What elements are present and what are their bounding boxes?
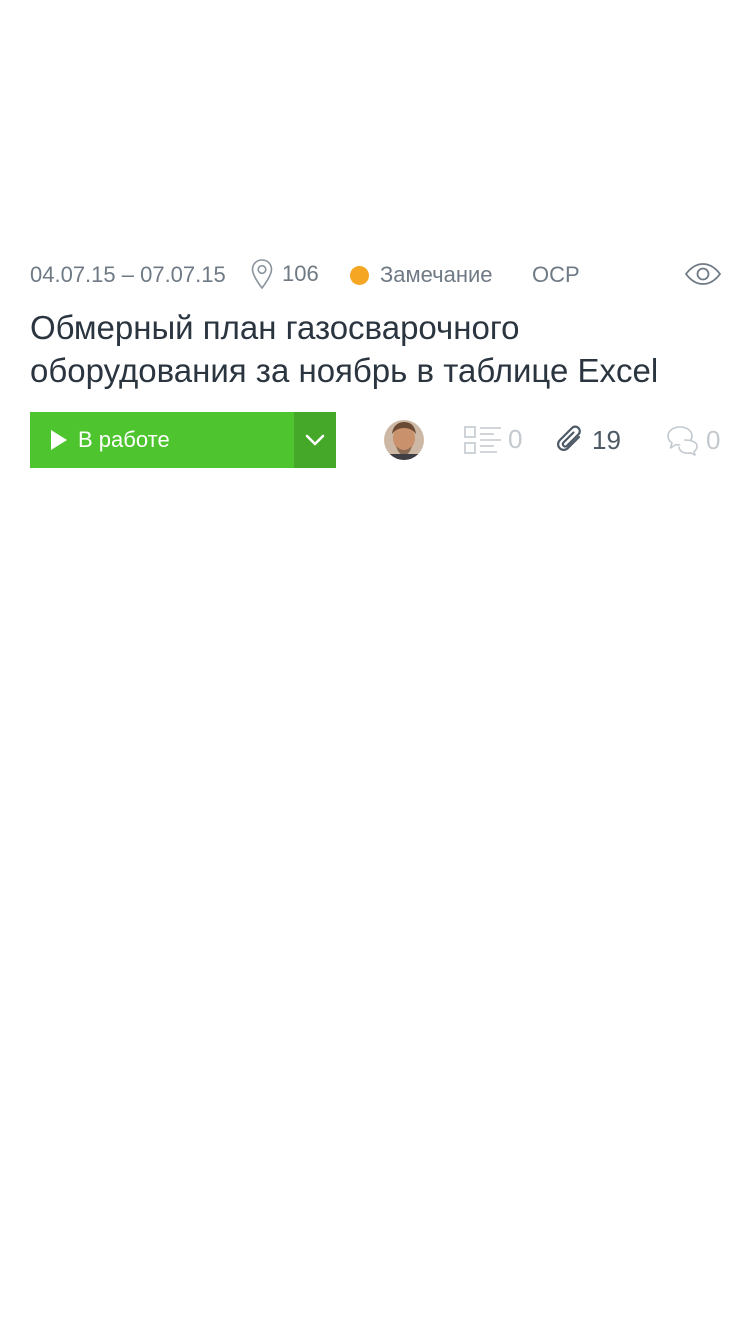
checklist-counter[interactable]: 0 bbox=[464, 424, 522, 455]
task-card[interactable]: 04.07.15 – 07.07.15 106 Замечание ОСР Об… bbox=[30, 254, 722, 468]
task-location: 106 bbox=[250, 258, 319, 290]
task-code: ОСР bbox=[532, 262, 580, 287]
checklist-icon bbox=[464, 425, 501, 454]
avatar-image bbox=[384, 420, 424, 460]
task-title[interactable]: Обмерный план газосварочного оборудовани… bbox=[30, 306, 730, 392]
task-meta: 04.07.15 – 07.07.15 106 Замечание ОСР bbox=[30, 254, 722, 294]
pin-icon bbox=[251, 259, 273, 290]
task-type: Замечание bbox=[350, 262, 493, 288]
attachments-count: 19 bbox=[592, 424, 621, 455]
eye-icon[interactable] bbox=[684, 262, 722, 286]
status-label: В работе bbox=[78, 427, 170, 452]
paperclip-icon bbox=[557, 425, 581, 451]
checklist-count: 0 bbox=[508, 424, 523, 454]
comments-counter[interactable]: 0 bbox=[666, 424, 720, 456]
task-dates: 04.07.15 – 07.07.15 bbox=[30, 262, 226, 287]
task-actions: В работе 0 19 0 bbox=[30, 412, 722, 468]
status-main[interactable]: В работе bbox=[30, 412, 294, 468]
task-type-label: Замечание bbox=[380, 262, 493, 287]
type-dot-icon bbox=[350, 265, 369, 285]
comments-icon bbox=[667, 426, 698, 456]
chevron-down-icon bbox=[305, 434, 325, 446]
comments-count: 0 bbox=[706, 424, 721, 455]
play-icon bbox=[51, 430, 67, 450]
page: 04.07.15 – 07.07.15 106 Замечание ОСР Об… bbox=[0, 0, 750, 1334]
status-dropdown-toggle[interactable] bbox=[294, 412, 336, 468]
assignee-avatar[interactable] bbox=[384, 420, 424, 460]
status-button[interactable]: В работе bbox=[30, 412, 336, 468]
task-location-value: 106 bbox=[282, 261, 319, 286]
attachments-counter[interactable]: 19 bbox=[556, 424, 621, 456]
